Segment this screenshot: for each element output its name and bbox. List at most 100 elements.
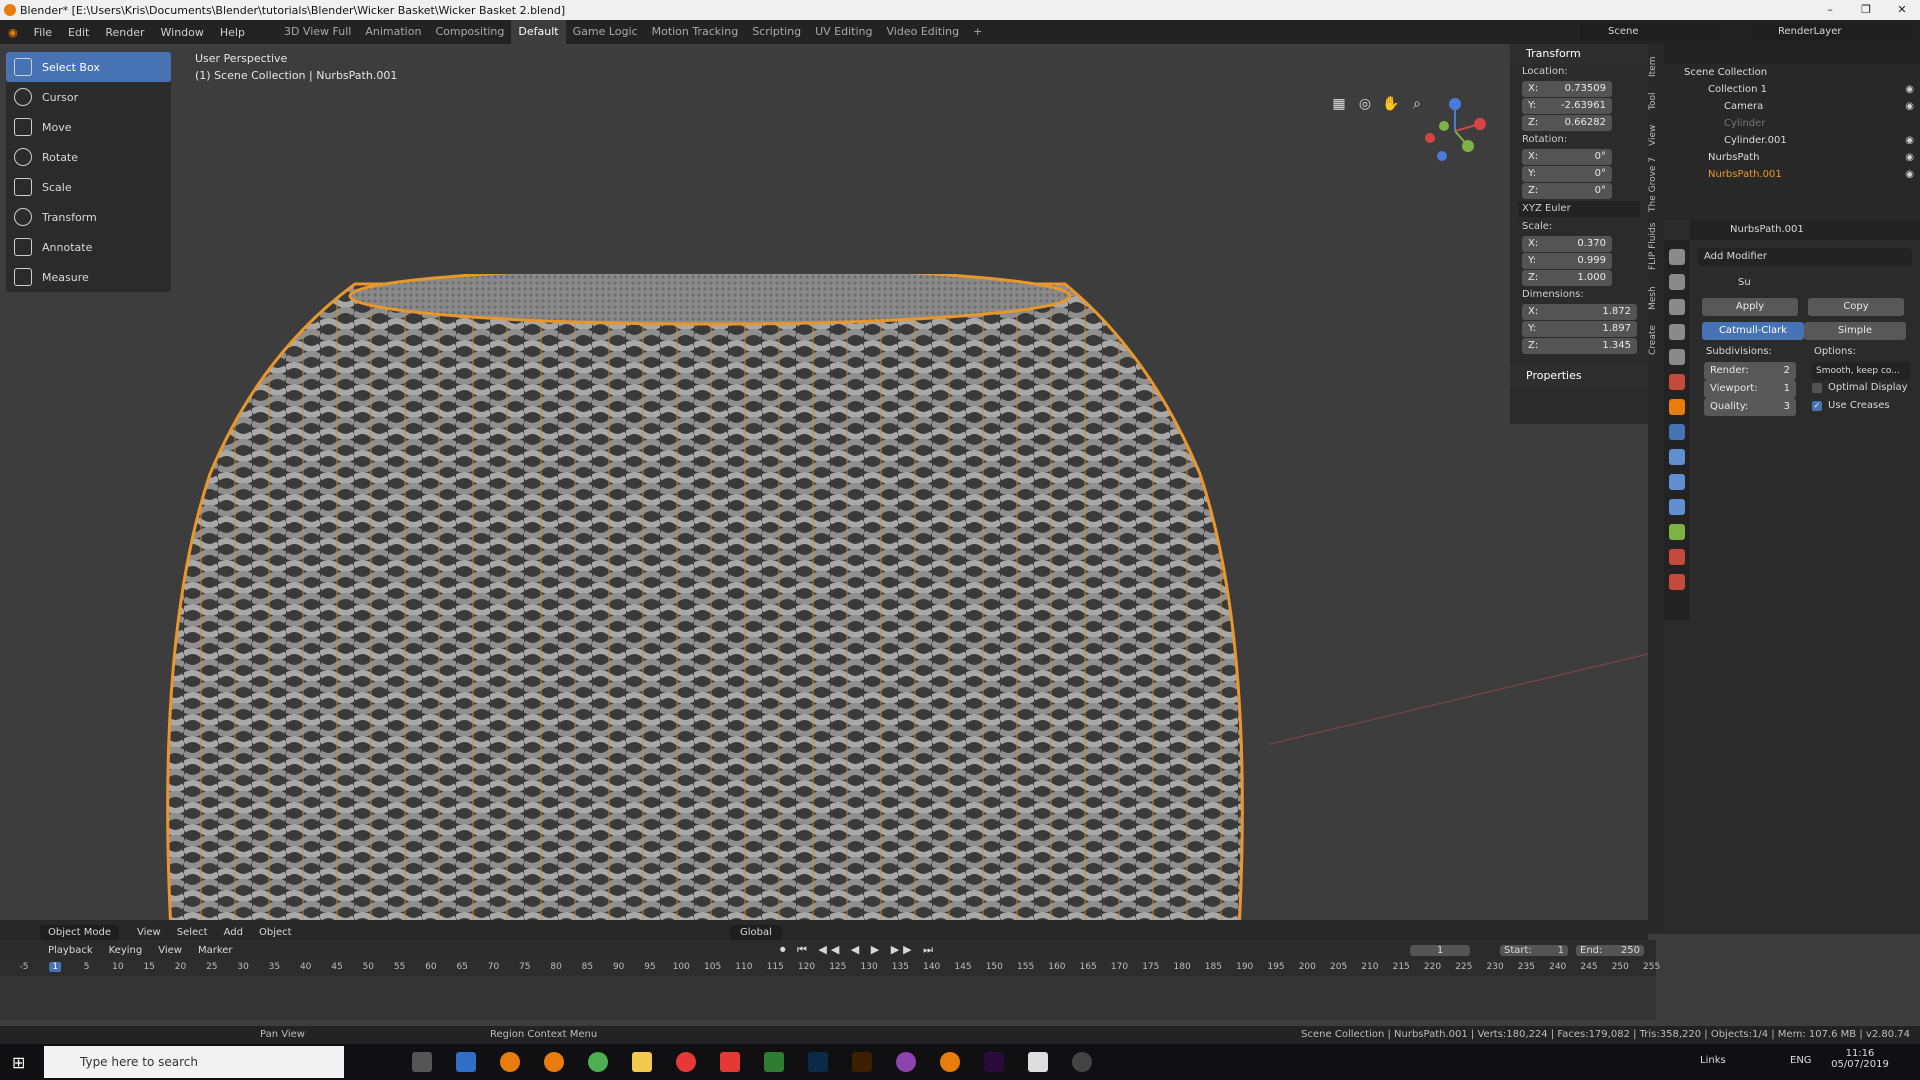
menu-view[interactable]: View [129, 927, 169, 938]
view-layer-tab-icon[interactable] [1669, 324, 1685, 340]
use-creases-checkbox[interactable]: ✓ Use Creases [1812, 400, 1890, 411]
eye-icon[interactable]: ◉ [1905, 101, 1914, 112]
sidetab-mesh[interactable]: Mesh [1648, 278, 1664, 318]
tab-compositing[interactable]: Compositing [428, 20, 511, 44]
eye-icon[interactable]: ◉ [1905, 135, 1914, 146]
outliner-item-camera[interactable]: Camera ◉ [1664, 98, 1920, 115]
scale-y-field[interactable]: Y: 0.999 [1522, 253, 1612, 269]
app-icon[interactable] [720, 1052, 740, 1072]
app-icon[interactable] [676, 1052, 696, 1072]
photos-icon[interactable] [1028, 1052, 1048, 1072]
premiere-icon[interactable] [984, 1052, 1004, 1072]
object-mode-dropdown[interactable]: Object Mode [40, 924, 119, 940]
tool-scale[interactable]: Scale [6, 172, 171, 202]
constraints-tab-icon[interactable] [1669, 499, 1685, 515]
sidetab-view[interactable]: View [1648, 120, 1664, 150]
tool-select-box[interactable]: Select Box [6, 52, 171, 82]
menu-edit[interactable]: Edit [60, 26, 97, 39]
eye-icon[interactable]: ◉ [1905, 152, 1914, 163]
pan-hand-icon[interactable]: ✋ [1382, 96, 1400, 114]
render-levels-field[interactable]: Render: 2 [1704, 362, 1796, 380]
file-explorer-icon[interactable] [632, 1052, 652, 1072]
menu-window[interactable]: Window [153, 26, 212, 39]
menu-help[interactable]: Help [212, 26, 253, 39]
tab-game-logic[interactable]: Game Logic [566, 20, 645, 44]
tab-uv-editing[interactable]: UV Editing [808, 20, 879, 44]
outliner-item-cylinder[interactable]: Cylinder [1664, 115, 1920, 132]
rotation-mode-dropdown[interactable]: XYZ Euler [1518, 201, 1640, 217]
outliner-item-nurbspath-001[interactable]: NurbsPath.001 ◉ [1664, 166, 1920, 183]
tool-cursor[interactable]: Cursor [6, 82, 171, 112]
navigation-gizmo[interactable] [1420, 96, 1490, 166]
maximize-button[interactable]: ❐ [1848, 0, 1884, 20]
tab-scripting[interactable]: Scripting [745, 20, 808, 44]
location-x-field[interactable]: X: 0.73509 [1522, 81, 1612, 97]
tool-measure[interactable]: Measure [6, 262, 171, 292]
dimensions-y-field[interactable]: Y: 1.897 [1522, 321, 1637, 337]
illustrator-icon[interactable] [852, 1052, 872, 1072]
renderlayer-selector[interactable]: RenderLayer [1752, 24, 1912, 40]
material-tab-icon[interactable] [1669, 549, 1685, 565]
menu-add[interactable]: Add [216, 927, 251, 938]
scale-x-field[interactable]: X: 0.370 [1522, 236, 1612, 252]
tool-rotate[interactable]: Rotate [6, 142, 171, 172]
tab-animation[interactable]: Animation [358, 20, 428, 44]
camera-view-icon[interactable]: ◎ [1356, 96, 1374, 114]
properties-panel-header[interactable]: Properties [1510, 366, 1648, 386]
uv-smooth-dropdown[interactable]: Smooth, keep co... [1812, 362, 1910, 380]
menu-render[interactable]: Render [97, 26, 152, 39]
frame-ruler[interactable]: -5 1 5 10 15 20 25 30 35 40 45 50 55 60 65 70 75 80 85 90 95… [0, 960, 1660, 976]
object-tab-icon[interactable] [1669, 399, 1685, 415]
3d-viewport[interactable]: ▦ ◎ ✋ ⌕ [0, 44, 1648, 934]
toggle-camera-icon[interactable]: ▦ [1330, 96, 1348, 114]
tab-video-editing[interactable]: Video Editing [880, 20, 967, 44]
tab-motion-tracking[interactable]: Motion Tracking [645, 20, 746, 44]
blender-menu-icon[interactable]: ◉ [0, 26, 26, 39]
eye-icon[interactable]: ◉ [1905, 84, 1914, 95]
media-player-icon[interactable] [764, 1052, 784, 1072]
app-icon[interactable] [896, 1052, 916, 1072]
blender-app-icon[interactable] [544, 1052, 564, 1072]
outliner-item-cylinder-001[interactable]: Cylinder.001 ◉ [1664, 132, 1920, 149]
rotation-z-field[interactable]: Z: 0° [1522, 183, 1612, 199]
particles-tab-icon[interactable] [1669, 449, 1685, 465]
menu-file[interactable]: File [26, 26, 60, 39]
tool-annotate[interactable]: Annotate [6, 232, 171, 262]
links-toolbar[interactable]: Links [1700, 1055, 1726, 1066]
windows-start-icon[interactable]: ⊞ [12, 1053, 25, 1072]
rotation-x-field[interactable]: X: 0° [1522, 149, 1612, 165]
texture-tab-icon[interactable] [1669, 574, 1685, 590]
blender-app-icon[interactable] [940, 1052, 960, 1072]
orientation-dropdown[interactable]: Global [730, 924, 782, 940]
outliner-scene-collection[interactable]: Scene Collection [1664, 64, 1920, 81]
app-icon[interactable] [456, 1052, 476, 1072]
add-workspace-button[interactable]: + [966, 20, 989, 44]
menu-marker[interactable]: Marker [190, 945, 241, 956]
taskbar-search-box[interactable]: Type here to search [44, 1046, 344, 1078]
tab-3d-view-full[interactable]: 3D View Full [277, 20, 358, 44]
start-frame-field[interactable]: Start: 1 [1500, 944, 1568, 956]
close-button[interactable]: ✕ [1884, 0, 1920, 20]
modifier-wrench-icon[interactable] [1669, 424, 1685, 440]
add-modifier-dropdown[interactable]: Add Modifier [1698, 248, 1912, 266]
sidetab-the-grove[interactable]: The Grove 7 [1648, 154, 1664, 214]
app-icon[interactable] [1072, 1052, 1092, 1072]
rotation-y-field[interactable]: Y: 0° [1522, 166, 1612, 182]
menu-object[interactable]: Object [251, 927, 300, 938]
photoshop-icon[interactable] [808, 1052, 828, 1072]
scene-tab-icon[interactable] [1669, 349, 1685, 365]
scene-selector[interactable]: Scene [1580, 24, 1720, 40]
dimensions-z-field[interactable]: Z: 1.345 [1522, 338, 1637, 354]
tool-tab-icon[interactable] [1669, 249, 1685, 265]
menu-keying[interactable]: Keying [101, 945, 151, 956]
modifier-name-field[interactable]: Su [1698, 274, 1751, 292]
world-tab-icon[interactable] [1669, 374, 1685, 390]
current-frame-field[interactable]: 1 [1410, 944, 1470, 956]
physics-tab-icon[interactable] [1669, 474, 1685, 490]
dimensions-x-field[interactable]: X: 1.872 [1522, 304, 1637, 320]
sidetab-tool[interactable]: Tool [1648, 86, 1664, 116]
clock[interactable]: 11:16 05/07/2019 [1830, 1048, 1890, 1070]
location-y-field[interactable]: Y: -2.63961 [1522, 98, 1612, 114]
copy-button[interactable]: Copy [1808, 298, 1904, 316]
menu-select[interactable]: Select [169, 927, 216, 938]
